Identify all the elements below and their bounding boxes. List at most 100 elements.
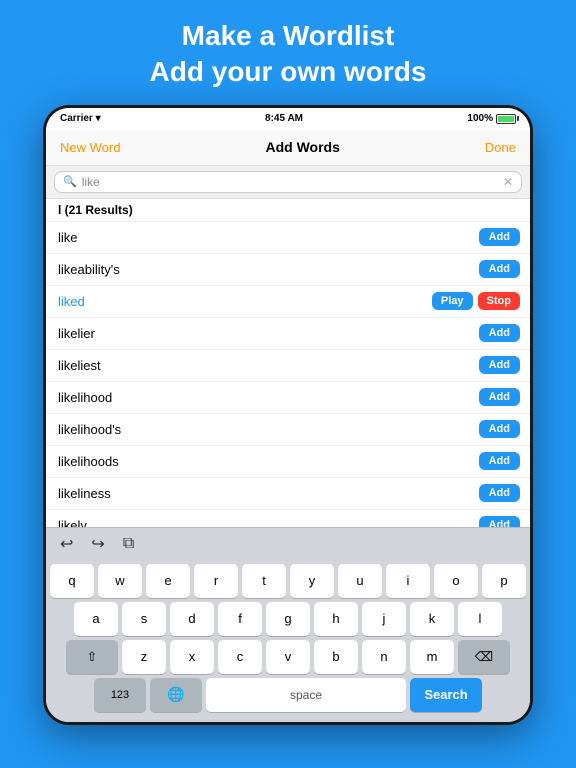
emoji-key[interactable]: 🌐	[150, 678, 202, 712]
key-f[interactable]: f	[218, 602, 262, 636]
word-actions: Add	[479, 260, 520, 278]
delete-key[interactable]: ⌫	[458, 640, 510, 674]
search-clear-button[interactable]: ✕	[503, 175, 513, 189]
add-button[interactable]: Add	[479, 228, 520, 246]
word-actions: Play Stop	[432, 292, 520, 310]
word-text: likeliness	[58, 486, 111, 501]
time-display: 8:45 AM	[265, 113, 303, 124]
redo-button[interactable]: ↪	[87, 532, 108, 556]
headline-block: Make a Wordlist Add your own words	[0, 0, 576, 105]
key-s[interactable]: s	[122, 602, 166, 636]
key-g[interactable]: g	[266, 602, 310, 636]
word-row: likelihoods Add	[46, 446, 530, 478]
keyboard: q w e r t y u i o p a s d f g	[46, 560, 530, 722]
word-text: likelihood	[58, 390, 112, 405]
keyboard-row-3: ⇧ z x c v b n m ⌫	[50, 640, 526, 674]
word-text: like	[58, 230, 78, 245]
word-actions: Add	[479, 388, 520, 406]
carrier-text: Carrier ▾	[60, 113, 101, 124]
key-e[interactable]: e	[146, 564, 190, 598]
add-button[interactable]: Add	[479, 324, 520, 342]
device-screen: Carrier ▾ 8:45 AM 100% New Word Add Word…	[46, 108, 530, 722]
battery-tip	[517, 116, 519, 121]
word-row: likeability's Add	[46, 254, 530, 286]
key-w[interactable]: w	[98, 564, 142, 598]
word-row: likelihood's Add	[46, 414, 530, 446]
add-button[interactable]: Add	[479, 484, 520, 502]
results-count: l (21 Results)	[46, 199, 530, 222]
device: Carrier ▾ 8:45 AM 100% New Word Add Word…	[43, 105, 533, 725]
key-o[interactable]: o	[434, 564, 478, 598]
word-row: likelier Add	[46, 318, 530, 350]
search-input[interactable]	[82, 175, 498, 189]
word-row: likely Add	[46, 510, 530, 527]
word-row: likeliest Add	[46, 350, 530, 382]
play-button[interactable]: Play	[432, 292, 473, 310]
add-button[interactable]: Add	[479, 260, 520, 278]
key-u[interactable]: u	[338, 564, 382, 598]
word-actions: Add	[479, 452, 520, 470]
space-key[interactable]: space	[206, 678, 406, 712]
word-actions: Add	[479, 484, 520, 502]
key-d[interactable]: d	[170, 602, 214, 636]
keyboard-row-2: a s d f g h j k l	[50, 602, 526, 636]
numbers-key[interactable]: 123	[94, 678, 146, 712]
done-button[interactable]: Done	[485, 140, 516, 155]
add-button[interactable]: Add	[479, 452, 520, 470]
key-y[interactable]: y	[290, 564, 334, 598]
add-button[interactable]: Add	[479, 356, 520, 374]
word-actions: Add	[479, 420, 520, 438]
word-text: likeability's	[58, 262, 120, 277]
key-p[interactable]: p	[482, 564, 526, 598]
wifi-icon: ▾	[96, 113, 101, 124]
undo-button[interactable]: ↩	[56, 532, 77, 556]
key-i[interactable]: i	[386, 564, 430, 598]
key-h[interactable]: h	[314, 602, 358, 636]
paste-button[interactable]: ⧉	[119, 533, 138, 555]
keyboard-row-1: q w e r t y u i o p	[50, 564, 526, 598]
stop-button[interactable]: Stop	[478, 292, 520, 310]
word-row: like Add	[46, 222, 530, 254]
word-list: like Add likeability's Add liked Pl	[46, 222, 530, 527]
word-text-highlighted: liked	[58, 294, 85, 309]
keyboard-row-4: 123 🌐 space Search	[50, 678, 526, 712]
word-text: likelihoods	[58, 454, 119, 469]
word-row: likelihood Add	[46, 382, 530, 414]
key-v[interactable]: v	[266, 640, 310, 674]
word-text: likely	[58, 518, 87, 527]
word-actions: Add	[479, 324, 520, 342]
key-l[interactable]: l	[458, 602, 502, 636]
key-n[interactable]: n	[362, 640, 406, 674]
word-actions: Add	[479, 356, 520, 374]
shift-key[interactable]: ⇧	[66, 640, 118, 674]
search-button[interactable]: Search	[410, 678, 482, 712]
nav-bar: New Word Add Words Done	[46, 130, 530, 166]
key-a[interactable]: a	[74, 602, 118, 636]
key-q[interactable]: q	[50, 564, 94, 598]
keyboard-toolbar: ↩ ↪ ⧉	[46, 527, 530, 560]
word-row: likeliness Add	[46, 478, 530, 510]
key-z[interactable]: z	[122, 640, 166, 674]
key-b[interactable]: b	[314, 640, 358, 674]
new-word-button[interactable]: New Word	[60, 140, 120, 155]
key-r[interactable]: r	[194, 564, 238, 598]
add-button[interactable]: Add	[479, 516, 520, 527]
word-text: likelier	[58, 326, 95, 341]
battery-area: 100%	[467, 113, 516, 124]
search-bar-container: 🔍 ✕	[46, 166, 530, 199]
status-bar: Carrier ▾ 8:45 AM 100%	[46, 108, 530, 130]
device-wrapper: Carrier ▾ 8:45 AM 100% New Word Add Word…	[0, 105, 576, 725]
key-m[interactable]: m	[410, 640, 454, 674]
search-bar: 🔍 ✕	[54, 171, 522, 193]
battery-fill	[498, 116, 514, 122]
key-j[interactable]: j	[362, 602, 406, 636]
headline-line2: Add your own words	[20, 54, 556, 90]
nav-title: Add Words	[265, 139, 339, 155]
key-x[interactable]: x	[170, 640, 214, 674]
word-text: likelihood's	[58, 422, 121, 437]
add-button[interactable]: Add	[479, 388, 520, 406]
add-button[interactable]: Add	[479, 420, 520, 438]
key-k[interactable]: k	[410, 602, 454, 636]
key-t[interactable]: t	[242, 564, 286, 598]
key-c[interactable]: c	[218, 640, 262, 674]
